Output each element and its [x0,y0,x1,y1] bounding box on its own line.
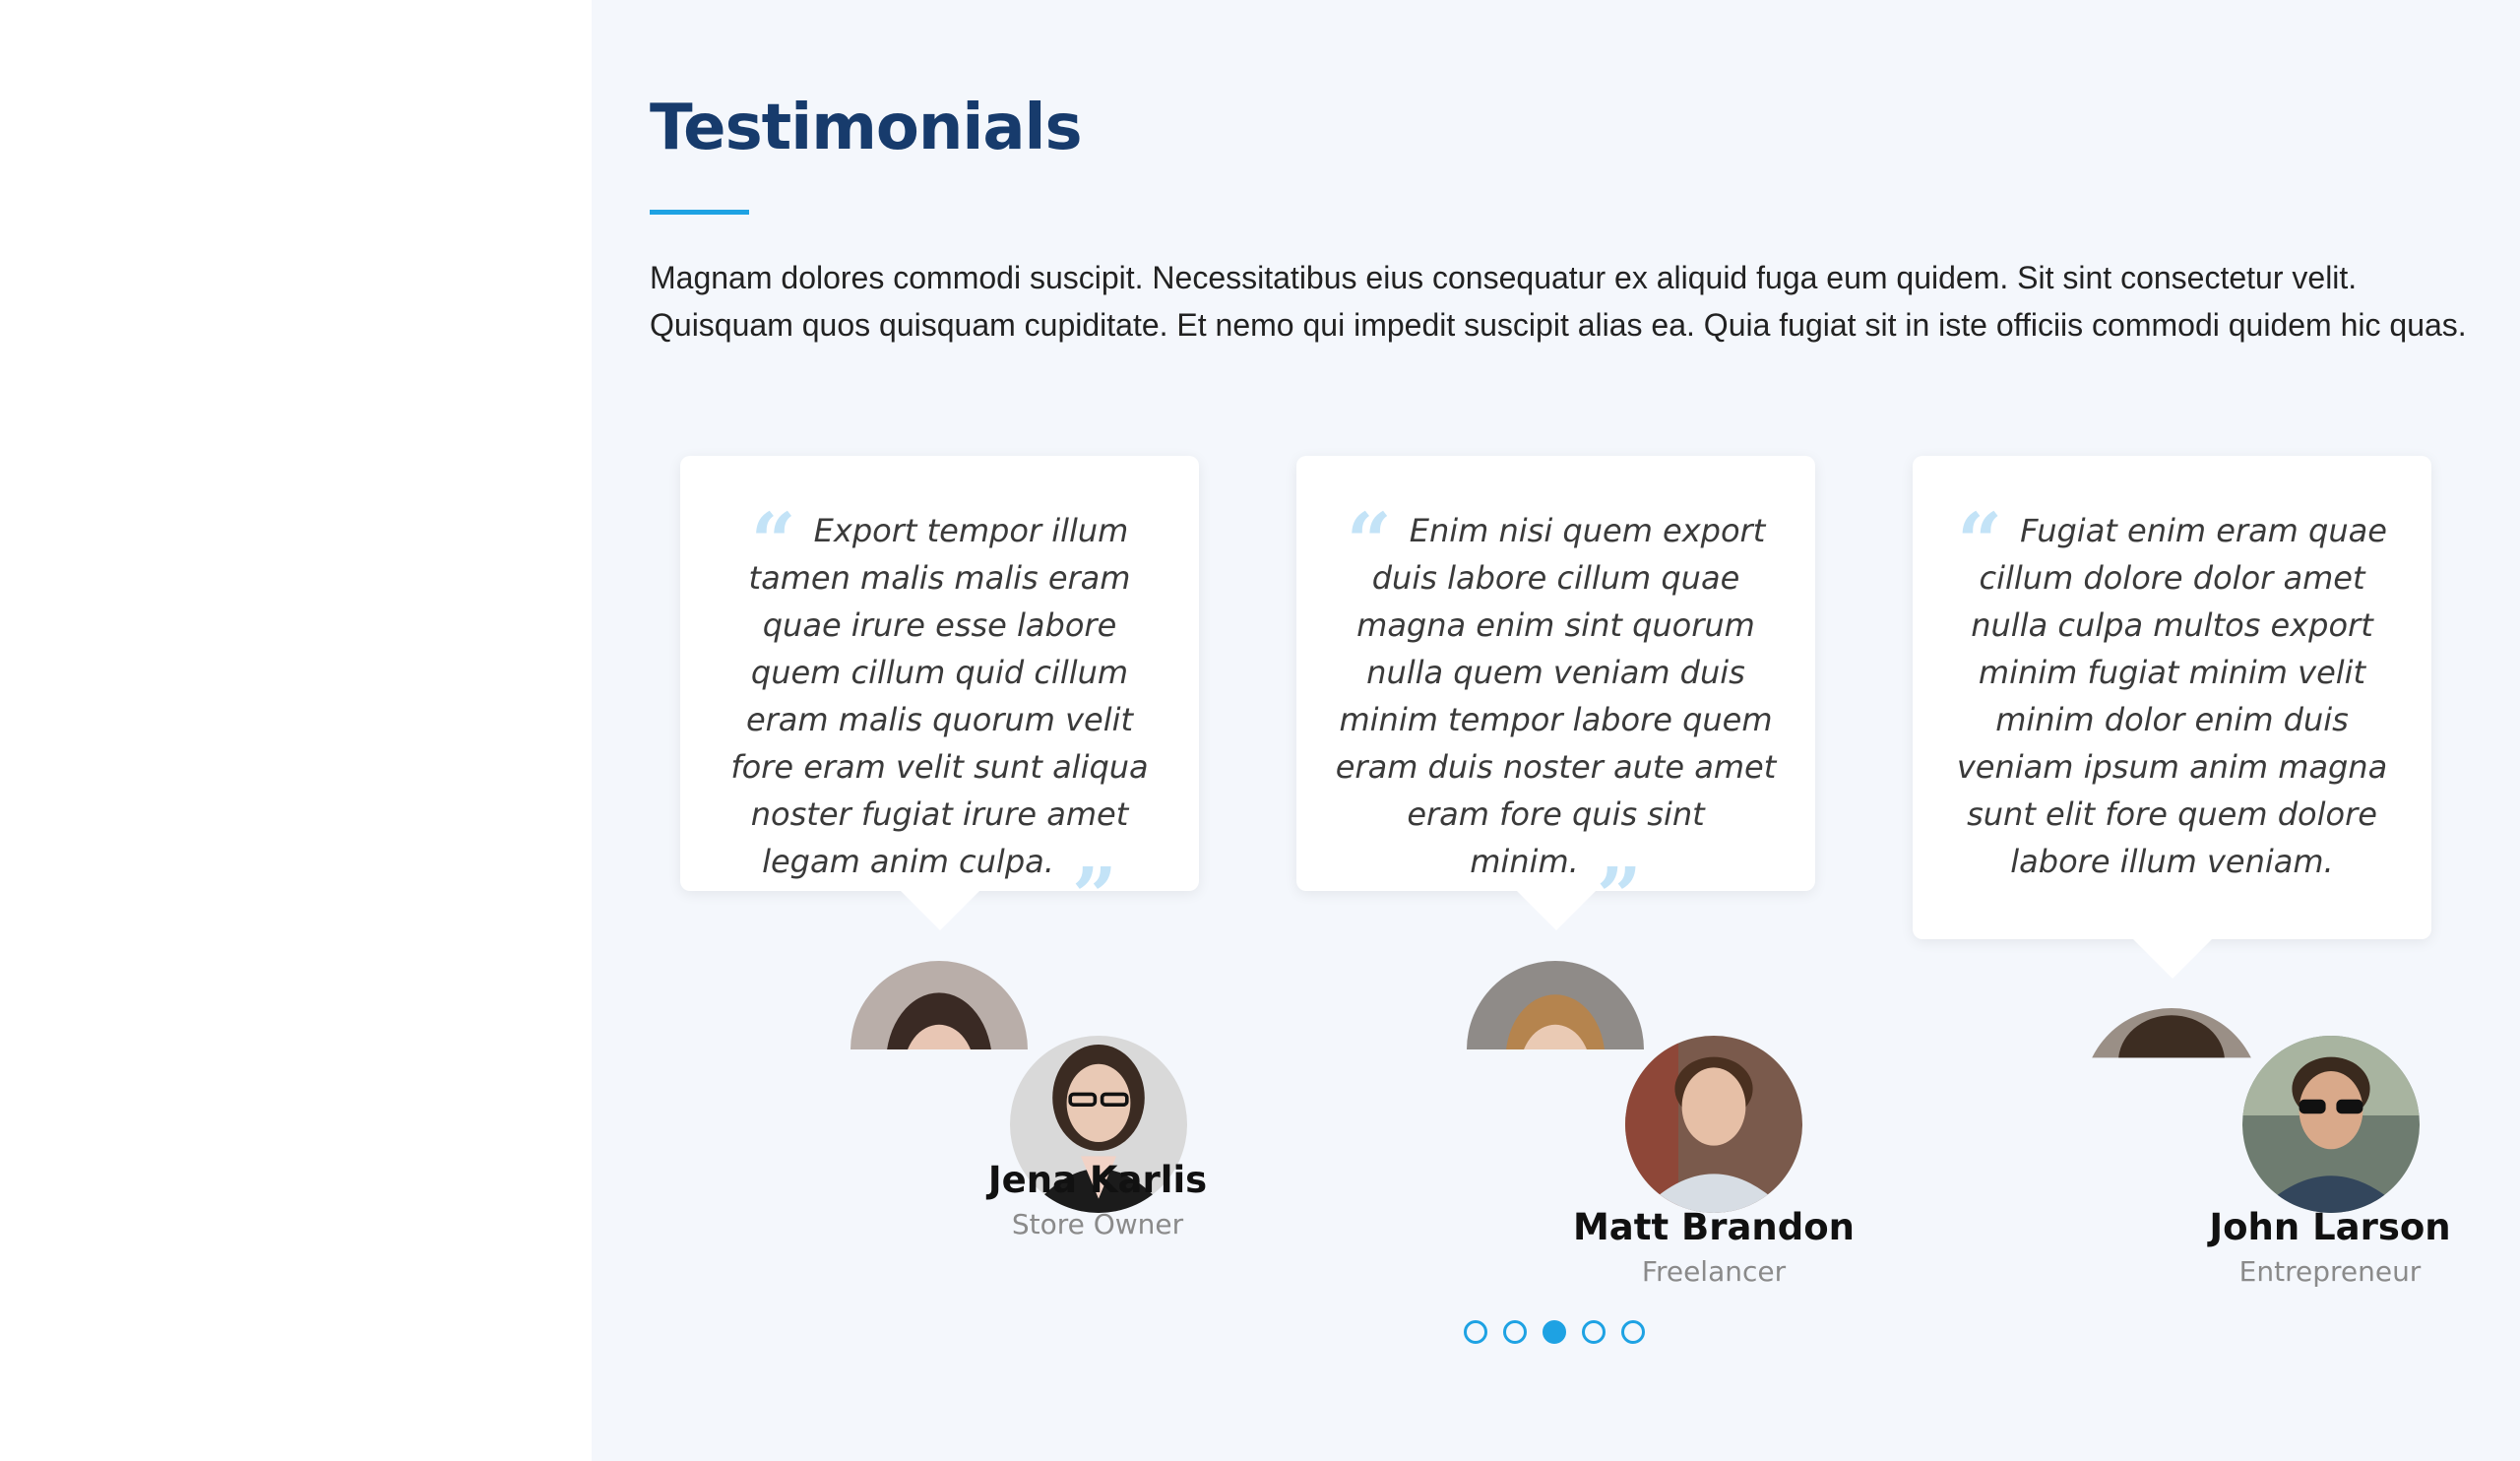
testimonial-card: “Enim nisi quem export duis labore cillu… [1296,456,1815,942]
testimonial-name: Jena Karlis [987,1159,1208,1201]
avatar-previous [2083,1008,2260,1058]
testimonial-name: Matt Brandon [1572,1206,1856,1248]
avatar-previous [1467,961,1644,1049]
testimonial-role: Store Owner [1011,1208,1184,1240]
pagination-dot-3[interactable] [1543,1320,1566,1344]
left-panel [0,0,592,1461]
testimonial-quote: “Enim nisi quem export duis labore cillu… [1335,495,1777,942]
title-underline [650,210,749,215]
avatar-previous [850,961,1028,1049]
pagination-dot-2[interactable] [1503,1320,1527,1344]
avatar [2242,1036,2420,1213]
pagination-dot-5[interactable] [1621,1320,1645,1344]
pagination-dot-4[interactable] [1582,1320,1606,1344]
testimonial-card: “Export tempor illum tamen malis malis e… [680,456,1199,942]
avatar [1625,1036,1802,1213]
quote-close-icon: ” [1071,850,1117,942]
quote-close-icon: ” [2149,922,2195,1015]
quote-open-icon: “ [1346,495,1392,588]
section-title: Testimonials [650,92,1083,164]
testimonial-quote: “Export tempor illum tamen malis malis e… [730,495,1149,942]
testimonial-role: Freelancer [1641,1255,1787,1288]
quote-open-icon: “ [1957,495,2003,588]
quote-open-icon: “ [750,495,796,588]
testimonial-role: Entrepreneur [2238,1255,2422,1288]
testimonial-quote: “Fugiat enim eram quae cillum dolore dol… [1956,495,2388,1015]
testimonials-section: Testimonials Magnam dolores commodi susc… [592,0,2520,1461]
quote-close-icon: ” [1596,850,1642,942]
testimonial-name: John Larson [2209,1206,2451,1248]
section-intro: Magnam dolores commodi suscipit. Necessi… [650,260,2467,343]
pagination-dot-1[interactable] [1464,1320,1487,1344]
testimonial-card: “Fugiat enim eram quae cillum dolore dol… [1913,456,2431,1008]
